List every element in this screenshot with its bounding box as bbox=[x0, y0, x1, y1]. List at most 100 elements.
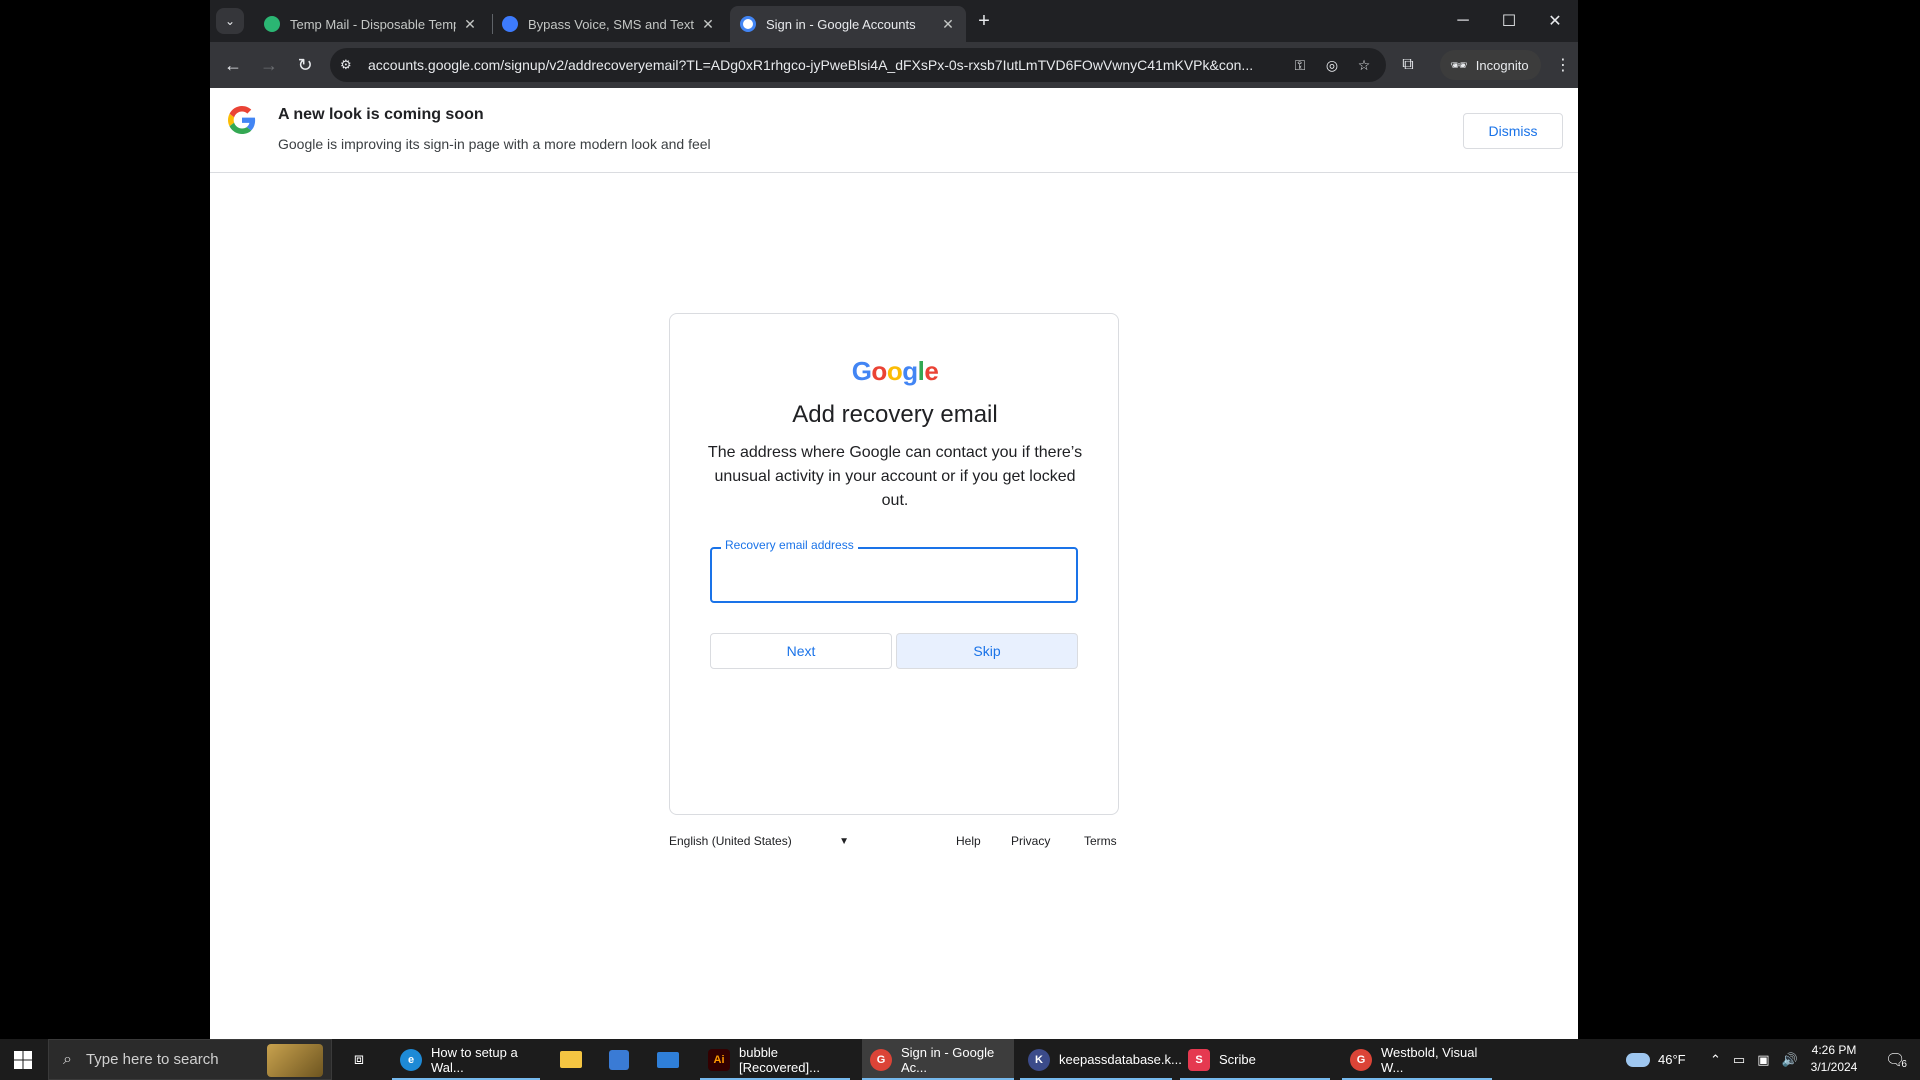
store-icon bbox=[609, 1049, 629, 1070]
task-view-button[interactable]: ⧈ bbox=[336, 1039, 382, 1080]
recovery-email-card: Google Add recovery email The address wh… bbox=[669, 313, 1119, 815]
taskbar-app-illustrator[interactable]: Ai bubble [Recovered]... bbox=[700, 1039, 850, 1080]
close-icon[interactable]: ✕ bbox=[700, 16, 716, 33]
taskbar-app-label: Scribe bbox=[1219, 1052, 1256, 1067]
taskbar-app-keepass[interactable]: K keepassdatabase.k... bbox=[1020, 1039, 1182, 1080]
close-window-button[interactable]: ✕ bbox=[1532, 0, 1578, 42]
notification-center-button[interactable]: 🗨 6 bbox=[1872, 1039, 1920, 1080]
more-vert-icon: ⋮ bbox=[1555, 57, 1571, 74]
tab-title: Bypass Voice, SMS and Text Ver bbox=[528, 16, 694, 32]
taskbar-app-mail[interactable] bbox=[645, 1039, 691, 1080]
browser-window: ⌄ Temp Mail - Disposable Tempor ✕ Bypass… bbox=[210, 0, 1578, 1039]
tab-search-button[interactable]: ⌄ bbox=[216, 8, 244, 34]
keepass-icon: K bbox=[1028, 1048, 1050, 1071]
weather-widget[interactable]: 46°F bbox=[1626, 1039, 1686, 1080]
close-icon: ✕ bbox=[1548, 13, 1562, 30]
chrome-icon: G bbox=[870, 1048, 892, 1071]
page-content: A new look is coming soon Google is impr… bbox=[210, 88, 1578, 1039]
privacy-link[interactable]: Privacy bbox=[1011, 834, 1050, 848]
google-wordmark: Google bbox=[670, 356, 1120, 387]
wordmark-letter: g bbox=[902, 356, 918, 386]
star-icon[interactable]: ☆ bbox=[1352, 57, 1376, 74]
maximize-button[interactable]: ☐ bbox=[1486, 0, 1532, 42]
recovery-email-label: Recovery email address bbox=[721, 538, 858, 552]
incognito-label: Incognito bbox=[1475, 57, 1529, 73]
check-badge-favicon-icon bbox=[502, 16, 518, 32]
wordmark-letter: e bbox=[924, 356, 939, 386]
desktop: ⌄ Temp Mail - Disposable Tempor ✕ Bypass… bbox=[0, 0, 1920, 1039]
tab-bypass-voice[interactable]: Bypass Voice, SMS and Text Ver ✕ bbox=[492, 6, 726, 42]
chevron-down-icon: ⌄ bbox=[224, 14, 236, 28]
taskbar-app-explorer[interactable] bbox=[548, 1039, 594, 1080]
menu-button[interactable]: ⋮ bbox=[1548, 50, 1578, 80]
taskbar-app-label: Sign in - Google Ac... bbox=[901, 1044, 995, 1075]
next-button[interactable]: Next bbox=[710, 633, 892, 669]
taskbar-app-edge[interactable]: e How to setup a Wal... bbox=[392, 1039, 540, 1080]
skip-button[interactable]: Skip bbox=[896, 633, 1078, 669]
incognito-icon: 🕶 bbox=[1450, 56, 1468, 73]
wordmark-letter: G bbox=[851, 356, 872, 386]
minimize-button[interactable]: ─ bbox=[1440, 0, 1486, 42]
banner-text: Google is improving its sign-in page wit… bbox=[278, 136, 711, 152]
volume-icon[interactable]: 🔊 bbox=[1782, 1052, 1798, 1068]
cloud-icon bbox=[1626, 1052, 1650, 1067]
extensions-button[interactable]: ⧉ bbox=[1393, 50, 1423, 80]
windows-icon bbox=[14, 1050, 32, 1069]
system-tray: ⌃ ▭ ▣ 🔊 bbox=[1710, 1039, 1798, 1080]
maximize-icon: ☐ bbox=[1501, 13, 1517, 30]
chrome-icon: G bbox=[1350, 1048, 1372, 1071]
taskbar-search[interactable]: ⌕ Type here to search bbox=[48, 1039, 332, 1080]
taskbar-app-scribe[interactable]: S Scribe bbox=[1180, 1039, 1330, 1080]
chevron-up-icon[interactable]: ⌃ bbox=[1710, 1052, 1721, 1068]
recovery-email-input[interactable] bbox=[712, 549, 1076, 601]
tab-title: Sign in - Google Accounts bbox=[766, 16, 916, 32]
browser-toolbar: ← → ↻ ⚙ accounts.google.com/signup/v2/ad… bbox=[210, 42, 1578, 88]
start-button[interactable] bbox=[0, 1039, 46, 1080]
search-placeholder: Type here to search bbox=[85, 1051, 219, 1068]
tab-temp-mail[interactable]: Temp Mail - Disposable Tempor ✕ bbox=[254, 6, 488, 42]
folder-icon bbox=[560, 1051, 582, 1068]
task-view-icon: ⧈ bbox=[353, 1050, 365, 1068]
language-selector[interactable]: English (United States) ▼ bbox=[669, 834, 849, 848]
tab-sign-in-google[interactable]: Sign in - Google Accounts ✕ bbox=[730, 6, 966, 42]
url-text[interactable]: accounts.google.com/signup/v2/addrecover… bbox=[368, 57, 1280, 73]
google-favicon-icon bbox=[740, 16, 756, 32]
reload-icon: ↻ bbox=[297, 54, 313, 75]
new-look-banner: A new look is coming soon Google is impr… bbox=[210, 88, 1578, 173]
clock-date: 3/1/2024 bbox=[1810, 1060, 1858, 1074]
incognito-indicator[interactable]: 🕶 Incognito bbox=[1440, 50, 1541, 80]
tab-title: Temp Mail - Disposable Tempor bbox=[290, 16, 456, 32]
close-icon[interactable]: ✕ bbox=[462, 16, 478, 33]
close-icon[interactable]: ✕ bbox=[940, 16, 956, 33]
forward-button[interactable]: → bbox=[254, 50, 284, 80]
recovery-email-field[interactable] bbox=[710, 547, 1078, 603]
eye-off-icon[interactable]: ◎ bbox=[1320, 57, 1344, 74]
dismiss-button[interactable]: Dismiss bbox=[1463, 113, 1563, 149]
taskbar-clock[interactable]: 4:26 PM 3/1/2024 bbox=[1800, 1042, 1868, 1076]
taskbar-app-label: keepassdatabase.k... bbox=[1059, 1052, 1182, 1067]
arrow-right-icon: → bbox=[260, 54, 278, 75]
puzzle-icon: ⧉ bbox=[1402, 56, 1414, 73]
taskbar-app-store[interactable] bbox=[596, 1039, 642, 1080]
meet-icon[interactable]: ▭ bbox=[1733, 1052, 1745, 1068]
key-icon[interactable]: ⚿ bbox=[1288, 57, 1312, 74]
taskbar-app-chrome-signin[interactable]: G Sign in - Google Ac... bbox=[862, 1039, 1014, 1080]
address-bar[interactable]: ⚙ accounts.google.com/signup/v2/addrecov… bbox=[330, 48, 1386, 82]
taskbar: ⌕ Type here to search ⧈ e How to setup a… bbox=[0, 1039, 1920, 1080]
page-heading: Add recovery email bbox=[792, 401, 998, 428]
new-tab-button[interactable]: + bbox=[970, 8, 998, 34]
help-link[interactable]: Help bbox=[956, 834, 981, 848]
banner-title: A new look is coming soon bbox=[278, 106, 484, 123]
weather-temp: 46°F bbox=[1658, 1052, 1686, 1067]
temp-mail-favicon-icon bbox=[264, 16, 280, 32]
back-button[interactable]: ← bbox=[218, 50, 248, 80]
search-highlight-image bbox=[267, 1044, 323, 1077]
wordmark-letter: o bbox=[886, 356, 903, 386]
terms-link[interactable]: Terms bbox=[1084, 834, 1117, 848]
clock-time: 4:26 PM bbox=[1811, 1043, 1857, 1057]
network-icon[interactable]: ▣ bbox=[1757, 1052, 1769, 1068]
illustrator-icon: Ai bbox=[708, 1048, 730, 1071]
taskbar-app-chrome-westbold[interactable]: G Westbold, Visual W... bbox=[1342, 1039, 1492, 1080]
reload-button[interactable]: ↻ bbox=[290, 50, 320, 80]
site-info-icon[interactable]: ⚙ bbox=[340, 57, 356, 73]
